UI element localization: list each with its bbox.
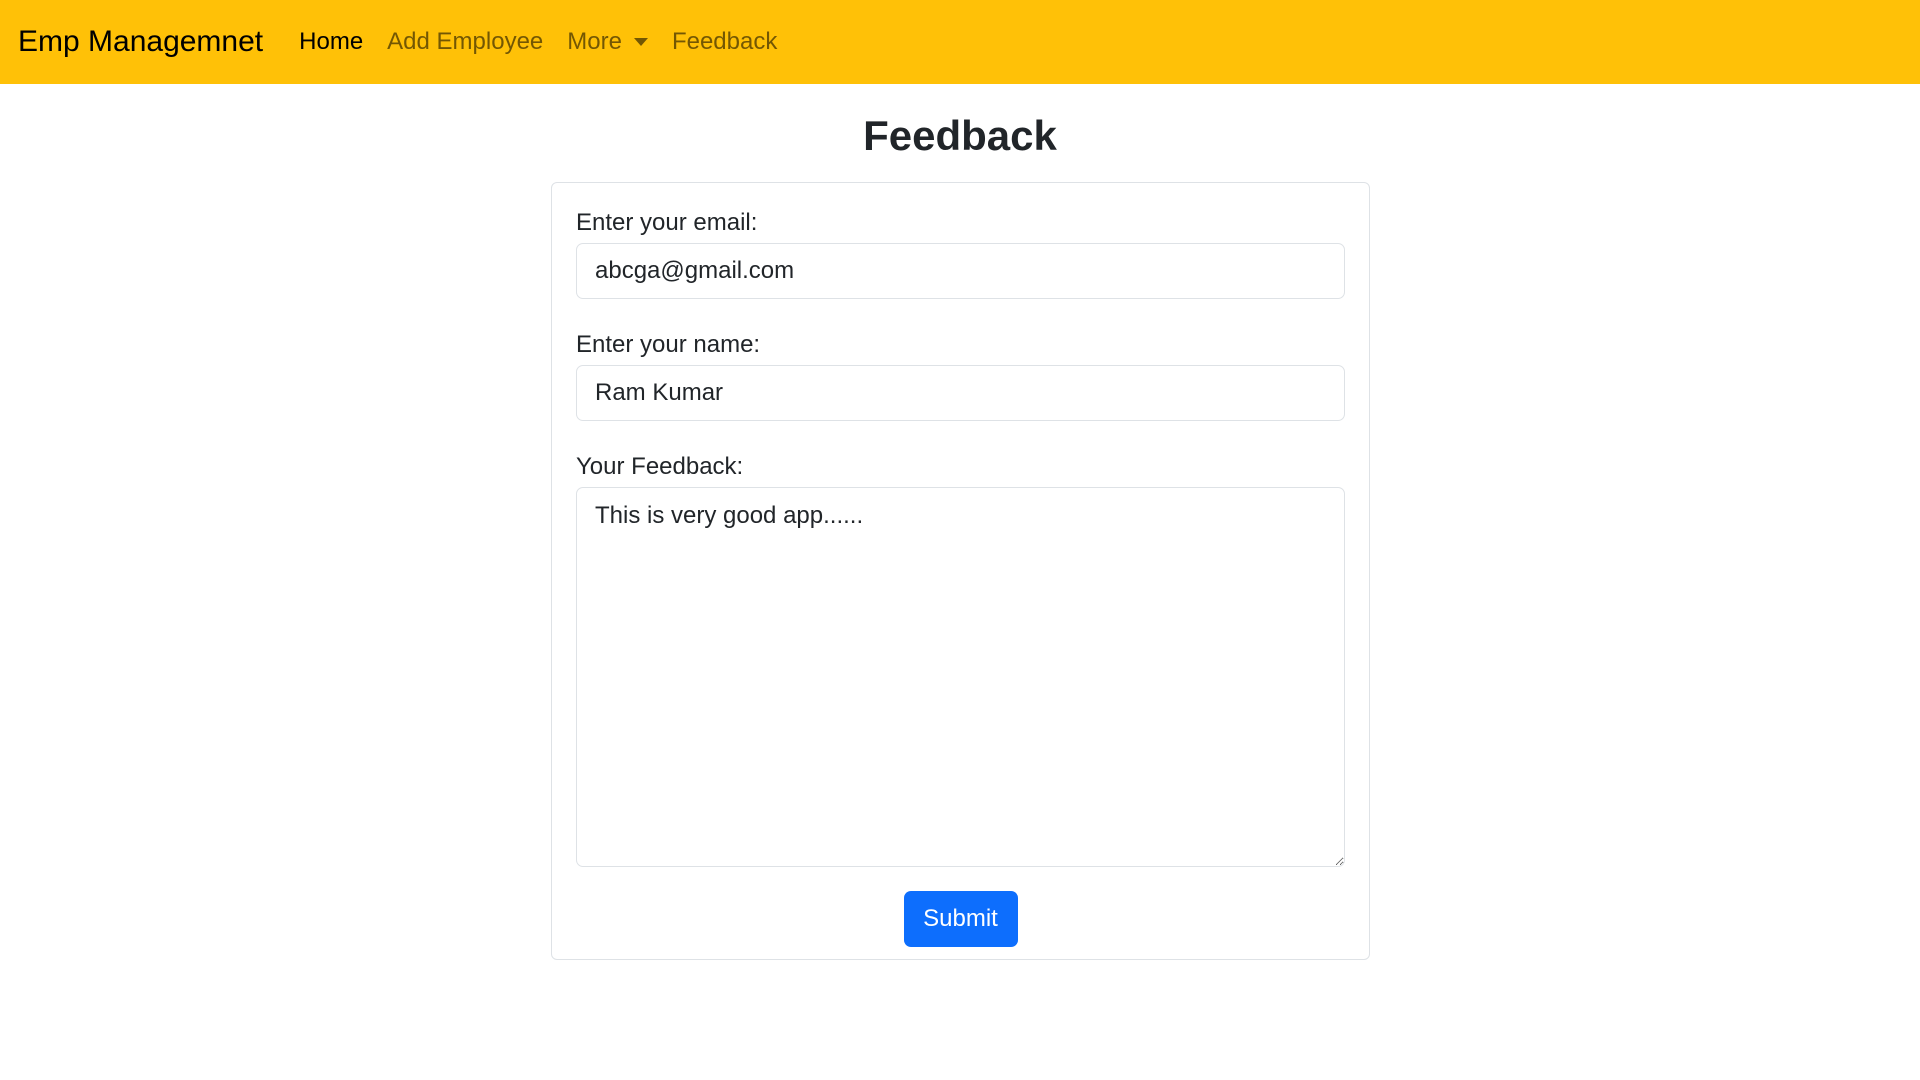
nav-add-employee-link[interactable]: Add Employee <box>387 28 543 56</box>
submit-button[interactable]: Submit <box>903 891 1018 947</box>
nav-feedback-link[interactable]: Feedback <box>672 28 777 56</box>
name-label: Enter your name: <box>576 331 761 358</box>
page-title: Feedback <box>863 112 1057 159</box>
email-field[interactable] <box>576 243 1345 299</box>
email-label: Enter your email: <box>576 209 758 236</box>
nav-home-link[interactable]: Home <box>299 28 363 56</box>
feedback-textarea[interactable]: This is very good app...... <box>576 487 1345 867</box>
name-field[interactable] <box>576 365 1345 421</box>
feedback-form-card: Enter your email: Enter your name: Your … <box>551 182 1370 960</box>
feedback-label: Your Feedback: <box>576 453 744 480</box>
nav-more-dropdown[interactable]: More <box>567 28 648 56</box>
caret-down-icon <box>633 38 648 46</box>
submit-wrapper: Submit <box>576 891 1345 947</box>
nav-more-label: More <box>567 28 622 55</box>
brand-link[interactable]: Emp Managemnet <box>18 25 263 59</box>
navbar: Emp Managemnet Home Add Employee More Fe… <box>0 0 1920 84</box>
